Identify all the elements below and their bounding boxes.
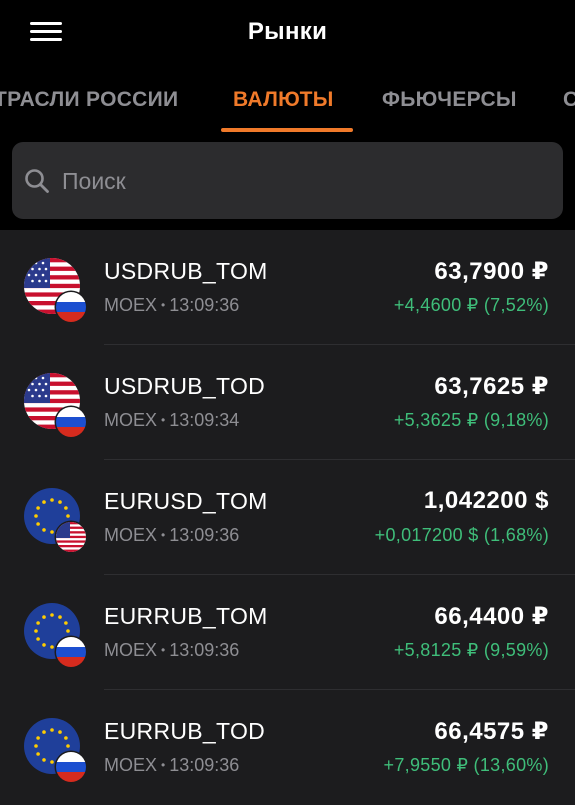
- price-change: +5,3625 ₽ (9,18%): [393, 410, 549, 430]
- instrument-meta: MOEX • 13:09:36: [104, 640, 240, 660]
- search-icon: [25, 169, 49, 193]
- ru-flag-icon: [54, 290, 88, 324]
- tab-bar: ТРАСЛИ РОССИИ ВАЛЮТЫ ФЬЮЧЕРСЫ С: [0, 66, 575, 132]
- exchange-label: MOEX: [104, 525, 158, 545]
- instrument-meta: MOEX • 13:09:36: [104, 295, 240, 315]
- price: 66,4400 ₽: [434, 603, 549, 630]
- price: 63,7900 ₽: [434, 258, 549, 285]
- price-change: +0,017200 $ (1,68%): [374, 525, 549, 545]
- tab-currencies[interactable]: ВАЛЮТЫ: [233, 88, 334, 112]
- search-area: [0, 132, 575, 230]
- price: 1,042200 $: [423, 487, 549, 514]
- search-box[interactable]: [12, 142, 563, 219]
- exchange-label: MOEX: [104, 640, 158, 660]
- timestamp: 13:09:36: [169, 755, 240, 775]
- list-item[interactable]: USDRUB_TOM MOEX • 13:09:36 63,7900 ₽ +4,46…: [0, 230, 575, 345]
- instrument-name: USDRUB_TOD: [104, 373, 266, 399]
- list-item[interactable]: EURRUB_TOD MOEX • 13:09:36 66,4575 ₽ +7,95…: [0, 690, 575, 805]
- price-change: +5,8125 ₽ (9,59%): [393, 640, 549, 660]
- instrument-meta: MOEX • 13:09:36: [104, 525, 240, 545]
- price: 63,7625 ₽: [434, 373, 549, 400]
- instrument-name: EURUSD_TOM: [104, 488, 268, 514]
- timestamp: 13:09:36: [169, 295, 240, 315]
- price: 66,4575 ₽: [434, 718, 549, 745]
- ru-flag-icon: [54, 750, 88, 784]
- instrument-meta: MOEX • 13:09:34: [104, 410, 240, 430]
- timestamp: 13:09:36: [169, 525, 240, 545]
- us-flag-icon: [54, 520, 88, 554]
- list-item[interactable]: EURRUB_TOM MOEX • 13:09:36 66,4400 ₽ +5,81…: [0, 575, 575, 690]
- tab-next-partial[interactable]: С: [563, 88, 575, 112]
- instrument-name: EURRUB_TOM: [104, 603, 268, 629]
- ru-flag-icon: [54, 405, 88, 439]
- top-bar: Рынки: [0, 0, 575, 66]
- instrument-name: USDRUB_TOM: [104, 258, 268, 284]
- page-title: Рынки: [247, 18, 328, 45]
- price-change: +4,4600 ₽ (7,52%): [393, 295, 549, 315]
- exchange-label: MOEX: [104, 295, 158, 315]
- list-item[interactable]: USDRUB_TOD MOEX • 13:09:34 63,7625 ₽ +5,36…: [0, 345, 575, 460]
- currency-list: USDRUB_TOM MOEX • 13:09:36 63,7900 ₽ +4,46…: [0, 230, 575, 805]
- instrument-meta: MOEX • 13:09:36: [104, 755, 240, 775]
- tab-futures[interactable]: ФЬЮЧЕРСЫ: [382, 88, 517, 112]
- timestamp: 13:09:34: [169, 410, 240, 430]
- instrument-name: EURRUB_TOD: [104, 718, 266, 744]
- list-item[interactable]: EURUSD_TOM MOEX • 13:09:36 1,042200 $ +0,0…: [0, 460, 575, 575]
- timestamp: 13:09:36: [169, 640, 240, 660]
- ru-flag-icon: [54, 635, 88, 669]
- exchange-label: MOEX: [104, 755, 158, 775]
- tab-industries-russia[interactable]: ТРАСЛИ РОССИИ: [0, 88, 178, 112]
- price-change: +7,9550 ₽ (13,60%): [383, 755, 549, 775]
- exchange-label: MOEX: [104, 410, 158, 430]
- search-input[interactable]: [60, 166, 544, 196]
